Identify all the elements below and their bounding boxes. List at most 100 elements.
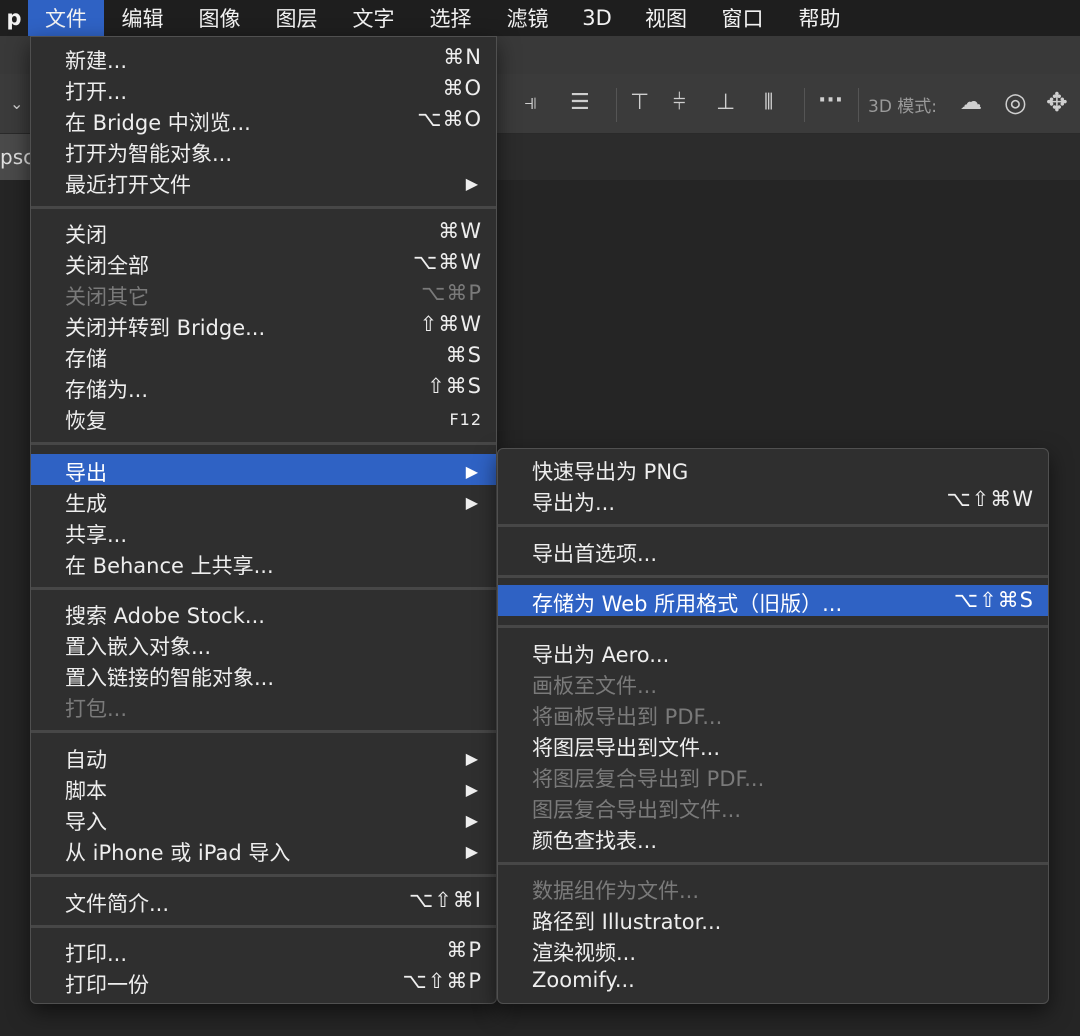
menu-item-close[interactable]: 关闭 ⌘W — [31, 216, 496, 247]
menu-edit[interactable]: 编辑 — [104, 0, 181, 36]
menu-item-print-one-copy[interactable]: 打印一份 ⌥⇧⌘P — [31, 966, 496, 997]
menu-item-label: 打开... — [65, 80, 128, 104]
menu-item-open[interactable]: 打开... ⌘O — [31, 73, 496, 104]
menu-item-label: 关闭全部 — [65, 254, 149, 278]
menu-item-layers-to-files[interactable]: 将图层导出到文件... — [498, 729, 1048, 760]
menu-item-import-from-iphone-ipad[interactable]: 从 iPhone 或 iPad 导入 ▶ — [31, 834, 496, 865]
menu-layer[interactable]: 图层 — [258, 0, 335, 36]
menu-item-label: 打开为智能对象... — [65, 142, 233, 166]
menu-item-label: 在 Behance 上共享... — [65, 554, 274, 578]
submenu-arrow-icon: ▶ — [465, 749, 478, 768]
menu-item-generate[interactable]: 生成 ▶ — [31, 485, 496, 516]
document-tab-label: psc — [0, 145, 35, 169]
menu-item-save-as[interactable]: 存储为... ⇧⌘S — [31, 371, 496, 402]
menu-item-label: 新建... — [65, 49, 128, 73]
menu-item-open-recent[interactable]: 最近打开文件 ▶ — [31, 166, 496, 197]
chevron-down-icon[interactable]: ⌄ — [10, 96, 23, 112]
menu-item-scripts[interactable]: 脚本 ▶ — [31, 772, 496, 803]
menu-separator — [31, 587, 496, 590]
menu-item-zoomify[interactable]: Zoomify... — [498, 965, 1048, 996]
shortcut: ⌥⇧⌘S — [953, 588, 1034, 612]
submenu-arrow-icon: ▶ — [465, 780, 478, 799]
menu-window[interactable]: 窗口 — [704, 0, 781, 36]
menu-item-export-to-aero[interactable]: 导出为 Aero... — [498, 636, 1048, 667]
toolbar-divider — [804, 88, 805, 122]
menu-item-close-and-go-to-bridge[interactable]: 关闭并转到 Bridge... ⇧⌘W — [31, 309, 496, 340]
mode-3d-label: 3D 模式: — [868, 97, 938, 117]
menu-separator — [31, 925, 496, 928]
menu-item-label: 在 Bridge 中浏览... — [65, 111, 251, 135]
menu-item-render-video[interactable]: 渲染视频... — [498, 934, 1048, 965]
menu-item-label: 搜索 Adobe Stock... — [65, 604, 265, 628]
menu-item-browse-in-bridge[interactable]: 在 Bridge 中浏览... ⌥⌘O — [31, 104, 496, 135]
menu-image[interactable]: 图像 — [181, 0, 258, 36]
menu-item-label: 置入链接的智能对象... — [65, 666, 275, 690]
menu-item-label: 关闭 — [65, 223, 107, 247]
menu-item-paths-to-illustrator[interactable]: 路径到 Illustrator... — [498, 903, 1048, 934]
menu-item-color-lookup-tables[interactable]: 颜色查找表... — [498, 822, 1048, 853]
menu-item-label: 画板至文件... — [532, 674, 658, 698]
menu-3d[interactable]: 3D — [566, 0, 628, 36]
shortcut: ⌘S — [445, 343, 482, 367]
menu-item-file-info[interactable]: 文件简介... ⌥⇧⌘I — [31, 885, 496, 916]
menu-separator — [31, 442, 496, 445]
menu-item-label: 数据组作为文件... — [532, 879, 700, 903]
orbit-3d-icon[interactable]: ☁ — [960, 92, 982, 114]
export-submenu: 快速导出为 PNG 导出为... ⌥⇧⌘W 导出首选项... 存储为 Web 所用… — [497, 448, 1049, 1004]
menu-item-place-linked[interactable]: 置入链接的智能对象... — [31, 659, 496, 690]
shortcut: ⌥⇧⌘P — [402, 969, 482, 993]
menu-item-print[interactable]: 打印... ⌘P — [31, 935, 496, 966]
menu-file[interactable]: 文件 — [28, 0, 104, 36]
align-right-icon[interactable]: ⫣ — [524, 92, 537, 114]
shortcut: ⌘N — [443, 45, 482, 69]
align-vcenter-icon[interactable]: ⫩ — [673, 92, 686, 114]
submenu-arrow-icon: ▶ — [465, 174, 478, 193]
menu-item-save-for-web-legacy[interactable]: 存储为 Web 所用格式（旧版）... ⌥⇧⌘S — [498, 585, 1048, 616]
submenu-arrow-icon: ▶ — [465, 842, 478, 861]
menu-item-search-adobe-stock[interactable]: 搜索 Adobe Stock... — [31, 597, 496, 628]
menu-item-label: 颜色查找表... — [532, 829, 658, 853]
menu-help[interactable]: 帮助 — [781, 0, 858, 36]
menu-item-quick-export-png[interactable]: 快速导出为 PNG — [498, 453, 1048, 484]
menu-item-automate[interactable]: 自动 ▶ — [31, 741, 496, 772]
pan-3d-icon[interactable]: ✥ — [1046, 90, 1068, 116]
menu-item-label: 脚本 — [65, 779, 107, 803]
menu-item-export-as[interactable]: 导出为... ⌥⇧⌘W — [498, 484, 1048, 515]
menu-item-export-preferences[interactable]: 导出首选项... — [498, 535, 1048, 566]
menu-item-new[interactable]: 新建... ⌘N — [31, 42, 496, 73]
menu-item-save[interactable]: 存储 ⌘S — [31, 340, 496, 371]
menu-item-import[interactable]: 导入 ▶ — [31, 803, 496, 834]
menu-item-share[interactable]: 共享... — [31, 516, 496, 547]
shortcut: ⌘P — [446, 938, 482, 962]
menu-view[interactable]: 视图 — [628, 0, 704, 36]
menu-item-artboards-to-files: 画板至文件... — [498, 667, 1048, 698]
menu-item-label: 将图层导出到文件... — [532, 736, 721, 760]
distribute-icon[interactable]: ⫴ — [764, 92, 773, 114]
menu-item-layer-comps-to-pdf: 将图层复合导出到 PDF... — [498, 760, 1048, 791]
menu-item-place-embedded[interactable]: 置入嵌入对象... — [31, 628, 496, 659]
app-menu-fragment[interactable]: p — [0, 0, 28, 36]
menu-item-share-on-behance[interactable]: 在 Behance 上共享... — [31, 547, 496, 578]
menu-item-close-all[interactable]: 关闭全部 ⌥⌘W — [31, 247, 496, 278]
menu-separator — [498, 862, 1048, 865]
menu-item-label: 最近打开文件 — [65, 173, 191, 197]
roll-3d-icon[interactable]: ◎ — [1004, 90, 1027, 116]
menu-filter[interactable]: 滤镜 — [489, 0, 566, 36]
menu-item-open-as-smart-object[interactable]: 打开为智能对象... — [31, 135, 496, 166]
file-menu: 新建... ⌘N 打开... ⌘O 在 Bridge 中浏览... ⌥⌘O 打开为智能… — [30, 36, 497, 1004]
menu-item-label: 将画板导出到 PDF... — [532, 705, 723, 729]
align-top-icon[interactable]: ⊤ — [630, 92, 649, 114]
menu-item-label: 路径到 Illustrator... — [532, 910, 722, 934]
menu-item-label: 打印一份 — [65, 973, 149, 997]
menu-item-artboards-to-pdf: 将画板导出到 PDF... — [498, 698, 1048, 729]
shortcut: ⇧⌘S — [427, 374, 482, 398]
menu-item-revert[interactable]: 恢复 F12 — [31, 402, 496, 433]
menu-type[interactable]: 文字 — [335, 0, 412, 36]
align-hcenter-icon[interactable]: ☰ — [570, 92, 590, 114]
shortcut: ⌥⌘O — [417, 107, 482, 131]
more-icon[interactable]: ··· — [818, 90, 843, 112]
align-bottom-icon[interactable]: ⊥ — [716, 92, 735, 114]
menu-select[interactable]: 选择 — [412, 0, 489, 36]
menu-item-export[interactable]: 导出 ▶ — [31, 454, 496, 485]
menu-bar: p 文件 编辑 图像 图层 文字 选择 滤镜 3D 视图 窗口 帮助 — [0, 0, 1080, 36]
